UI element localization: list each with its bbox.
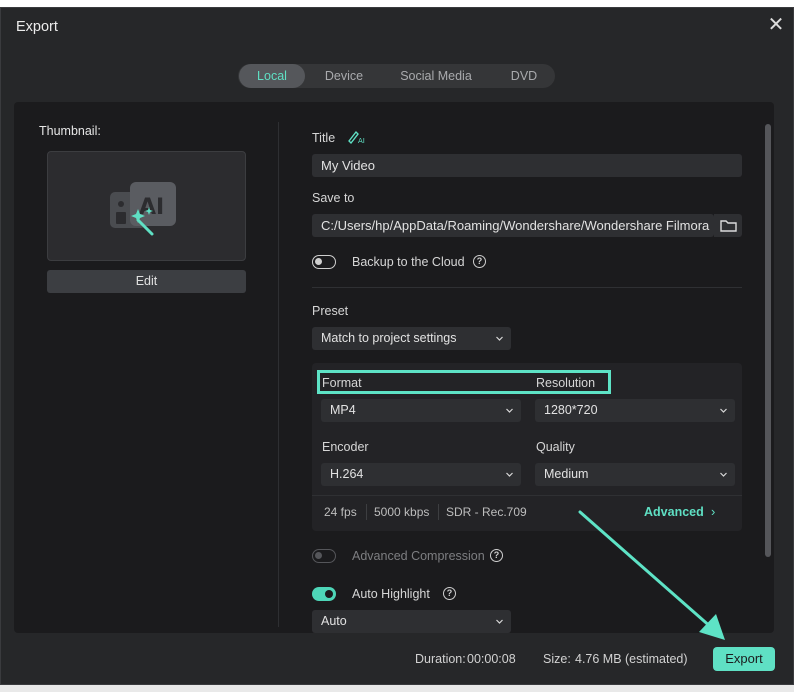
preset-select[interactable]: Match to project settings <box>312 327 511 350</box>
taskbar-strip <box>0 685 794 692</box>
export-tabs: Local Device Social Media DVD <box>238 64 555 88</box>
ai-rename-icon[interactable]: AI <box>347 129 367 145</box>
stat-separator <box>438 504 439 520</box>
size-label: Size: <box>543 652 571 666</box>
backup-cloud-toggle[interactable] <box>312 255 336 269</box>
save-path-input[interactable]: C:/Users/hp/AppData/Roaming/Wondershare/… <box>312 214 714 237</box>
column-divider <box>278 122 279 627</box>
stat-separator <box>366 504 367 520</box>
bitrate-stat: 5000 kbps <box>374 505 430 519</box>
encoder-value: H.264 <box>330 467 364 481</box>
tab-dvd[interactable]: DVD <box>496 64 552 88</box>
backup-cloud-label: Backup to the Cloud <box>352 255 465 269</box>
quality-label: Quality <box>536 440 575 454</box>
duration-value: 00:00:08 <box>467 652 516 666</box>
quality-value: Medium <box>544 467 589 481</box>
thumbnail-preview[interactable]: AI <box>47 151 246 261</box>
chevron-down-icon <box>720 408 727 413</box>
resolution-select[interactable]: 1280*720 <box>535 399 735 422</box>
auto-highlight-value: Auto <box>321 614 347 628</box>
resolution-value: 1280*720 <box>544 403 598 417</box>
save-to-label: Save to <box>312 191 355 205</box>
backup-help-icon[interactable]: ? <box>473 255 486 268</box>
auto-highlight-toggle[interactable] <box>312 587 336 601</box>
thumbnail-label: Thumbnail: <box>39 124 101 138</box>
ai-image-icon: AI <box>110 182 176 236</box>
chevron-down-icon <box>496 336 503 341</box>
chevron-right-icon[interactable]: › <box>711 504 715 519</box>
auto-highlight-select[interactable]: Auto <box>312 610 511 633</box>
advanced-compression-toggle[interactable] <box>312 549 336 563</box>
format-value: MP4 <box>330 403 356 417</box>
chevron-down-icon <box>506 408 513 413</box>
thumbnail-edit-button[interactable]: Edit <box>47 270 246 293</box>
dialog-title: Export <box>16 19 58 35</box>
color-space-stat: SDR - Rec.709 <box>446 505 527 519</box>
preset-label: Preset <box>312 304 349 318</box>
panel-divider <box>312 495 742 496</box>
svg-text:AI: AI <box>358 137 365 145</box>
preset-value: Match to project settings <box>321 331 457 345</box>
chevron-down-icon <box>506 472 513 477</box>
title-label: Title <box>312 131 336 145</box>
chevron-down-icon <box>720 472 727 477</box>
tab-device[interactable]: Device <box>310 64 378 88</box>
scrollbar-thumb[interactable] <box>765 124 771 557</box>
tab-social-media[interactable]: Social Media <box>390 64 482 88</box>
advanced-compression-label: Advanced Compression <box>352 549 485 563</box>
advanced-settings-link[interactable]: Advanced <box>644 505 704 519</box>
chevron-down-icon <box>496 619 503 624</box>
export-dialog: Export ✕ Local Device Social Media DVD T… <box>0 7 794 685</box>
format-resolution-highlight <box>317 370 611 394</box>
folder-icon[interactable] <box>714 214 742 237</box>
auto-highlight-help-icon[interactable]: ? <box>443 587 456 600</box>
fps-stat: 24 fps <box>324 505 357 519</box>
export-content: Thumbnail: AI Edit Title AI My Video Sav… <box>14 102 774 633</box>
section-divider <box>312 287 742 288</box>
quality-select[interactable]: Medium <box>535 463 735 486</box>
close-icon[interactable]: ✕ <box>767 15 785 35</box>
export-button[interactable]: Export <box>713 647 775 671</box>
size-value: 4.76 MB (estimated) <box>575 652 688 666</box>
encoder-label: Encoder <box>322 440 369 454</box>
title-input[interactable]: My Video <box>312 154 742 177</box>
encoder-select[interactable]: H.264 <box>321 463 521 486</box>
tab-local[interactable]: Local <box>239 64 305 88</box>
format-select[interactable]: MP4 <box>321 399 521 422</box>
advanced-compression-help-icon[interactable]: ? <box>490 549 503 562</box>
auto-highlight-label: Auto Highlight <box>352 587 430 601</box>
duration-label: Duration: <box>415 652 466 666</box>
